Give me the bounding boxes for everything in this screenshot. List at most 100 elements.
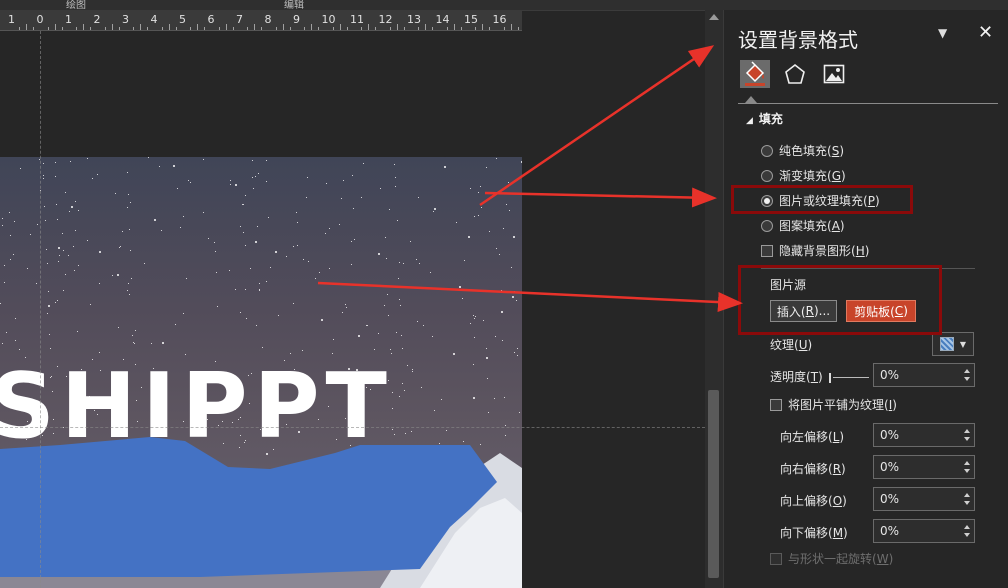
checkbox-box[interactable] [761,244,773,257]
hide-background-graphics-checkbox[interactable]: 隐藏背景图形(H) [761,242,869,259]
ruler-tick [111,24,113,30]
bottom-offset-value[interactable] [874,520,958,542]
ruler-tick [47,27,49,30]
pattern-fill-radio[interactable]: 图案填充(A) [761,217,845,234]
bottom-offset-input[interactable] [873,519,975,543]
slider-track[interactable] [833,377,869,378]
left-offset-input[interactable] [873,423,975,447]
increment-arrow-icon[interactable] [964,525,970,529]
radio-button[interactable] [761,144,773,157]
close-icon: ✕ [978,22,994,43]
scroll-up-icon[interactable] [709,14,719,20]
ruler-tick [418,27,420,30]
scroll-thumb[interactable] [708,390,719,578]
blue-freeform-shape[interactable] [0,157,522,588]
increment-arrow-icon[interactable] [964,461,970,465]
left-offset-label-part: ) [839,430,845,444]
right-offset-label-part: ) [841,462,846,476]
ruler-number: 5 [179,13,186,26]
hide-graphics-label: 隐藏背景图形( [779,244,856,258]
ruler-tick [361,27,363,30]
decrement-arrow-icon[interactable] [964,501,970,505]
radio-button[interactable] [761,219,773,232]
right-offset-value[interactable] [874,456,958,478]
texture-swatch [939,337,954,351]
ruler-number: 1 [8,13,15,26]
solid-fill-radio[interactable]: 纯色填充(S) [761,142,844,159]
picture-tab[interactable] [819,60,849,88]
transparency-label: 透明度(T) [770,370,823,384]
gradient-fill-radio[interactable]: 渐变填充(G) [761,167,846,184]
triangle-down-icon: ▼ [938,26,948,40]
ruler-tick [510,24,512,30]
pane-title: 设置背景格式 [738,28,858,52]
pentagon-icon [785,63,805,84]
decrement-arrow-icon[interactable] [964,437,970,441]
vertical-scrollbar[interactable] [705,10,723,588]
transparency-value[interactable] [874,364,958,386]
right-offset-label: 向右偏移(R) [780,460,846,477]
tile-label: 将图片平铺为纹理( [788,398,889,412]
slider-knob[interactable] [829,373,831,383]
ruler-tick [218,27,220,30]
ruler-tick [19,27,21,30]
ruler-number: 3 [122,13,129,26]
increment-arrow-icon[interactable] [964,429,970,433]
vertical-guide[interactable] [40,31,41,588]
ruler-tick [389,27,391,30]
texture-picker[interactable]: ▼ [932,332,974,356]
pane-options-dropdown[interactable]: ▼ [938,26,947,40]
dropdown-arrow-icon: ▼ [959,339,967,349]
bottom-offset-label-part: 向下偏移( [780,526,833,540]
effects-tab[interactable] [780,60,810,88]
rotate-with-shape-checkbox[interactable]: 与形状一起旋转(W) [770,550,893,567]
checkbox-box[interactable] [770,552,782,565]
ruler-number: 6 [207,13,215,26]
gradient-fill-label: 渐变填充( [779,169,832,183]
left-offset-label-part: 向左偏移( [780,430,833,444]
checkbox-box[interactable] [770,398,782,411]
ruler-number: 9 [293,13,300,26]
ruler-tick [140,24,142,30]
ruler-tick [261,27,263,30]
ruler-tick [489,27,491,30]
slide[interactable]: SHIPPT [0,157,522,588]
fill-tab[interactable] [740,60,770,88]
pattern-fill-label: A [831,218,840,233]
top-offset-value[interactable] [874,488,958,510]
rotate-label: 与形状一起旋转( [788,552,877,566]
top-offset-input[interactable] [873,487,975,511]
ruler-tick [475,27,477,30]
left-offset-value[interactable] [874,424,958,446]
increment-arrow-icon[interactable] [964,493,970,497]
ruler-tick [147,27,149,30]
right-offset-label-part: 向右偏移( [780,462,833,476]
ruler-tick [232,27,234,30]
transparency-input[interactable] [873,363,975,387]
close-button[interactable]: ✕ [978,22,993,43]
decrement-arrow-icon[interactable] [964,533,970,537]
transparency-slider[interactable] [829,373,869,383]
ruler-tick [33,27,35,30]
ruler-tick [375,27,377,30]
radio-button[interactable] [761,169,773,182]
tile-picture-checkbox[interactable]: 将图片平铺为纹理(I) [770,396,897,413]
fill-section-title: 填充 [758,112,783,126]
decrement-arrow-icon[interactable] [964,469,970,473]
collapse-triangle-icon: ◢ [746,116,753,126]
right-offset-input[interactable] [873,455,975,479]
horizontal-guide[interactable] [0,427,705,428]
paint-bucket-icon [745,61,765,86]
ruler-tick [425,24,427,30]
ruler-number: 16 [492,13,507,26]
decrement-arrow-icon[interactable] [964,377,970,381]
solid-fill-label: S [831,143,840,158]
horizontal-ruler[interactable]: 1 0 1 2 3 4 5 6 7 8 9 10 11 12 13 14 15 16 [0,10,522,31]
ruler-tick [175,27,177,30]
fill-section-header[interactable]: ◢ 填充 [746,110,783,127]
tile-label-end: ) [892,397,897,412]
ruler-tick [197,24,199,30]
increment-arrow-icon[interactable] [964,369,970,373]
bottom-offset-label: 向下偏移(M) [780,524,848,541]
hide-graphics-key: H [855,243,865,258]
